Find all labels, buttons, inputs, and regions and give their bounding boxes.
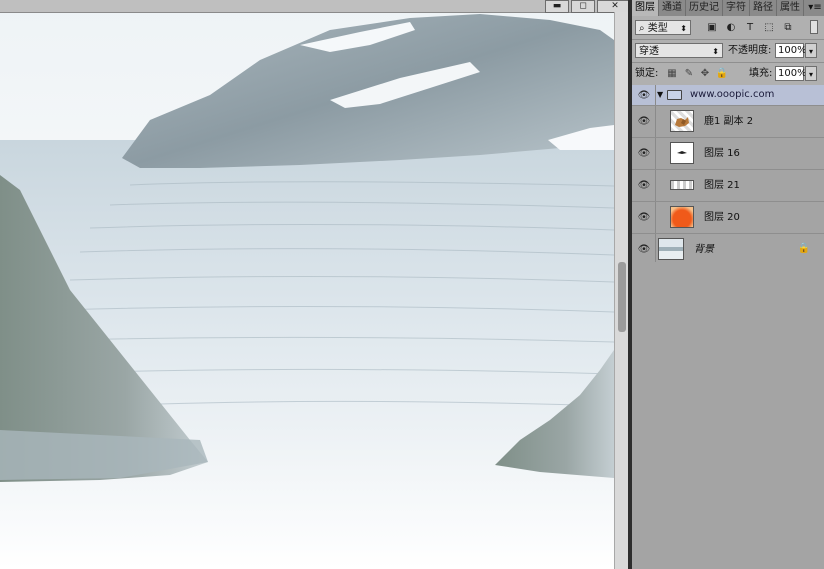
layer-row[interactable]: 👁 鹿1 副本 2 [632,106,824,138]
blend-mode-select[interactable]: 穿透 ⬍ [635,43,723,58]
layer-thumbnail [670,142,694,164]
restore-button[interactable]: ◻ [571,0,595,13]
layer-name: 图层 16 [704,148,740,159]
eye-icon[interactable]: 👁 [637,85,651,105]
eye-icon[interactable]: 👁 [637,106,651,137]
divider [655,85,656,105]
layer-name: 背景 [694,244,714,255]
layer-thumbnail [658,238,684,260]
chevron-down-icon: ⬍ [712,47,719,56]
tab-properties[interactable]: 属性 [777,0,804,16]
blend-mode-value: 穿透 [639,46,659,57]
window-title-bar: ▬ ◻ ✕ [0,0,633,13]
lock-icon: 🔒 [797,243,810,254]
lock-label: 锁定: [635,68,659,79]
layer-thumbnail [670,180,694,190]
shape-filter-icon[interactable]: ⬚ [762,20,776,34]
panel-menu-icon[interactable]: ▾≡ [806,0,824,16]
divider [655,170,656,201]
layer-name: www.ooopic.com [690,89,775,100]
bird-thumbnail-image [677,151,687,154]
eye-icon[interactable]: 👁 [637,202,651,233]
opacity-input[interactable]: 100% [775,43,807,58]
tab-history[interactable]: 历史记 [686,0,723,16]
fill-label: 填充: [749,68,773,79]
smart-object-filter-icon[interactable]: ⧉ [781,20,795,34]
lock-transparent-icon[interactable]: ▦ [666,67,678,79]
filter-type-select[interactable]: ⌕ 类型 ⬍ [635,20,691,35]
opacity-label: 不透明度: [728,45,772,56]
layers-list: 👁 ▼ www.ooopic.com 👁 鹿1 副本 2 👁 图层 16 👁 图… [632,85,824,266]
vertical-scrollbar[interactable] [614,12,629,569]
tab-layers[interactable]: 图层 [632,0,659,16]
layers-panel: 图层 通道 历史记 字符 路径 属性 ▾≡ ⌕ 类型 ⬍ ▣ ◐ T ⬚ ⧉ 穿… [632,0,824,569]
tab-channels[interactable]: 通道 [659,0,686,16]
eye-icon[interactable]: 👁 [637,234,651,265]
layer-group-row[interactable]: 👁 ▼ www.ooopic.com [632,85,824,106]
deer-thumbnail-image [675,117,689,127]
minimize-button[interactable]: ▬ [545,0,569,13]
search-icon: ⌕ [639,23,645,34]
lock-move-icon[interactable]: ✥ [699,67,711,79]
scrollbar-thumb[interactable] [618,262,626,332]
filter-toggle-switch[interactable] [810,20,818,34]
panel-tabs: 图层 通道 历史记 字符 路径 属性 ▾≡ [632,0,824,16]
layer-row[interactable]: 👁 图层 20 [632,202,824,234]
blend-opacity-row: 穿透 ⬍ 不透明度: 100% ▾ [632,40,824,63]
layer-filter-row: ⌕ 类型 ⬍ ▣ ◐ T ⬚ ⧉ [632,16,824,40]
layer-row[interactable]: 👁 图层 21 [632,170,824,202]
panel-empty-area [632,262,824,569]
adjustment-filter-icon[interactable]: ◐ [724,20,738,34]
eye-icon[interactable]: 👁 [637,170,651,201]
divider [655,234,656,265]
layer-thumbnail [670,110,694,132]
layer-name: 图层 21 [704,180,740,191]
fill-dropdown-icon[interactable]: ▾ [805,66,817,81]
landscape-image [0,14,614,569]
folder-icon [667,90,682,100]
divider [655,138,656,169]
tab-character[interactable]: 字符 [723,0,750,16]
lock-paint-icon[interactable]: ✎ [683,67,695,79]
eye-icon[interactable]: 👁 [637,138,651,169]
layer-name: 鹿1 副本 2 [704,116,754,127]
document-canvas[interactable] [0,0,614,569]
type-filter-icon[interactable]: T [743,20,757,34]
image-filter-icon[interactable]: ▣ [705,20,719,34]
lock-all-icon[interactable]: 🔒 [716,67,728,79]
filter-type-value: 类型 [647,23,668,34]
tab-paths[interactable]: 路径 [750,0,777,16]
chevron-down-icon: ⬍ [680,24,687,33]
divider [655,106,656,137]
divider [655,202,656,233]
fill-input[interactable]: 100% [775,66,807,81]
layer-name: 图层 20 [704,212,740,223]
lock-fill-row: 锁定: ▦ ✎ ✥ 🔒 填充: 100% ▾ [632,63,824,86]
layer-row[interactable]: 👁 图层 16 [632,138,824,170]
layer-thumbnail [670,206,694,228]
expand-triangle-icon[interactable]: ▼ [657,85,663,105]
opacity-dropdown-icon[interactable]: ▾ [805,43,817,58]
